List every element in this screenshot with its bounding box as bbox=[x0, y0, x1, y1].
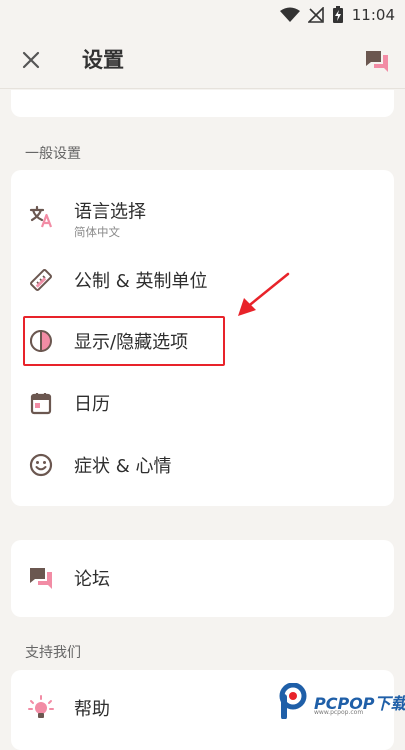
watermark: PCPOP下载 www.pcpop.com bbox=[278, 682, 405, 720]
pcpop-logo-icon bbox=[279, 683, 307, 719]
settings-item-calendar[interactable]: 日历 bbox=[11, 373, 394, 433]
settings-card-top bbox=[11, 90, 394, 117]
forum-icon bbox=[30, 568, 52, 589]
settings-item-subtitle: 简体中文 bbox=[74, 225, 120, 239]
settings-item-label: 帮助 bbox=[74, 699, 110, 720]
settings-item-label: 症状 & 心情 bbox=[74, 456, 172, 477]
status-bar: 11:04 bbox=[0, 0, 405, 30]
calendar-icon bbox=[30, 393, 52, 415]
settings-item-forum[interactable]: 论坛 bbox=[11, 548, 394, 608]
highlight-box bbox=[23, 316, 225, 366]
translate-icon bbox=[29, 205, 53, 228]
annotation-arrow-icon bbox=[238, 272, 290, 316]
app-bar: 设置 bbox=[0, 30, 405, 88]
smiley-icon bbox=[29, 453, 53, 477]
settings-item-label: 公制 & 英制单位 bbox=[74, 271, 208, 292]
app-bar-divider bbox=[0, 88, 405, 89]
bulb-icon bbox=[28, 695, 54, 718]
settings-item-symptoms[interactable]: 症状 & 心情 bbox=[11, 435, 394, 495]
no-signal-icon bbox=[307, 7, 324, 23]
section-header-support: 支持我们 bbox=[25, 645, 81, 661]
settings-item-label: 语言选择 bbox=[74, 201, 146, 223]
close-icon[interactable] bbox=[18, 47, 44, 73]
page-title: 设置 bbox=[82, 48, 124, 72]
settings-item-units[interactable]: 公制 & 英制单位 bbox=[11, 250, 394, 310]
watermark-url: www.pcpop.com bbox=[314, 709, 364, 716]
status-time: 11:04 bbox=[351, 6, 395, 24]
battery-charging-icon bbox=[332, 6, 343, 23]
ruler-icon bbox=[30, 269, 52, 291]
forum-icon[interactable] bbox=[364, 48, 390, 74]
wifi-icon bbox=[279, 7, 300, 22]
settings-item-label: 论坛 bbox=[74, 569, 110, 590]
section-header-general: 一般设置 bbox=[25, 146, 81, 162]
settings-item-label: 日历 bbox=[74, 394, 110, 415]
settings-item-language[interactable]: 语言选择 简体中文 bbox=[11, 186, 394, 246]
